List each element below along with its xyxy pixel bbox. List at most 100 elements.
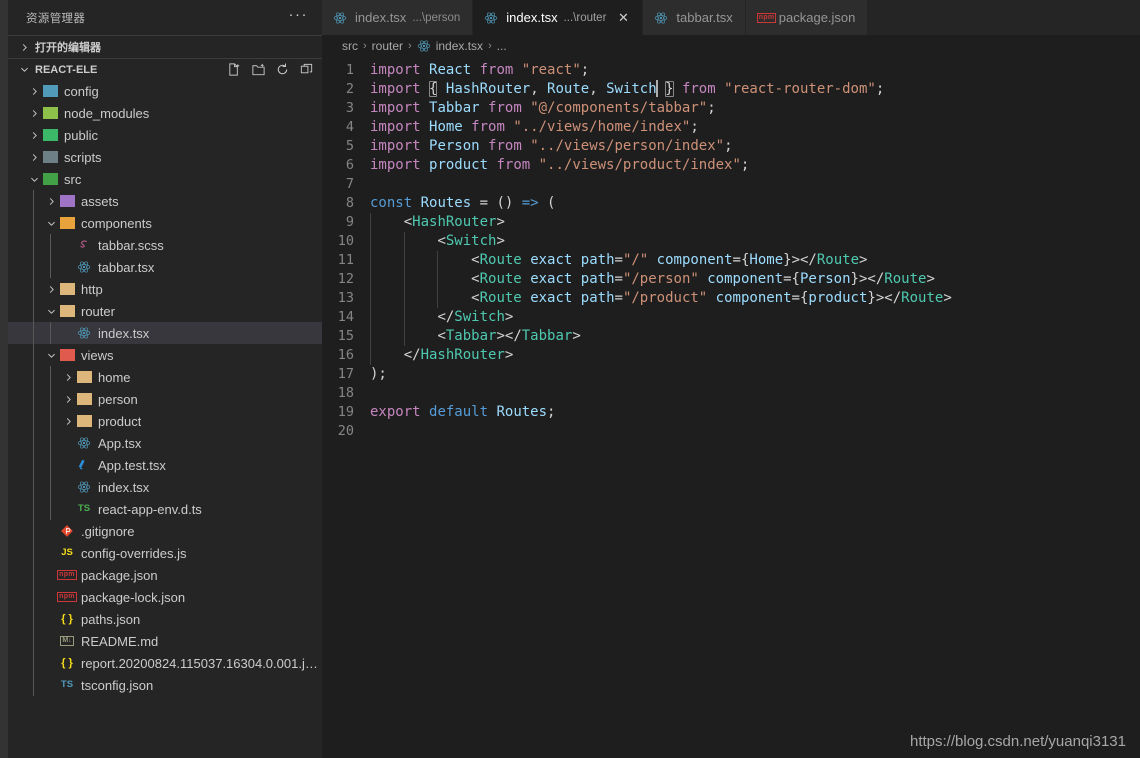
chevron-down-icon[interactable] [43, 350, 59, 361]
chevron-down-icon[interactable] [26, 174, 42, 185]
tree-item-tabbar-tsx[interactable]: tabbar.tsx [8, 256, 322, 278]
code-line[interactable]: 12 <Route exact path="/person" component… [322, 270, 1140, 289]
code-editor[interactable]: 1 import React from "react"; 2 import { Has… [322, 57, 1140, 758]
tree-item-components[interactable]: components [8, 212, 322, 234]
code-line[interactable]: 2 import { HashRouter, Route, Switch } fr… [322, 80, 1140, 99]
breadcrumb-item[interactable]: ... [497, 39, 507, 53]
code-line[interactable]: 4 import Home from "../views/home/index"; [322, 118, 1140, 137]
new-file-icon[interactable] [227, 62, 242, 77]
code-line[interactable]: 20 [322, 422, 1140, 441]
refresh-icon[interactable] [275, 62, 290, 77]
chevron-down-icon[interactable] [43, 218, 59, 229]
indent-guide [370, 232, 371, 251]
more-actions-icon[interactable]: ··· [289, 7, 309, 25]
code-line[interactable]: 1 import React from "react"; [322, 61, 1140, 80]
chevron-right-icon[interactable] [26, 86, 42, 97]
code-line[interactable]: 15 <Tabbar></Tabbar> [322, 327, 1140, 346]
tree-item-react-app-env-d-ts[interactable]: TS react-app-env.d.ts [8, 498, 322, 520]
npm-icon: npm [756, 12, 777, 23]
tree-item-router[interactable]: router [8, 300, 322, 322]
tree-item-public[interactable]: public [8, 124, 322, 146]
breadcrumb-item[interactable]: index.tsx [436, 39, 483, 53]
tree-item-config[interactable]: config [8, 80, 322, 102]
chevron-right-icon[interactable] [43, 284, 59, 295]
breadcrumb-item[interactable]: router [372, 39, 403, 53]
tree-item-paths-json[interactable]: { } paths.json [8, 608, 322, 630]
tree-item-assets[interactable]: assets [8, 190, 322, 212]
tree-item-package-lock-json[interactable]: npm package-lock.json [8, 586, 322, 608]
tree-item-http[interactable]: http [8, 278, 322, 300]
code-line[interactable]: 18 [322, 384, 1140, 403]
tree-item-node-modules[interactable]: node_modules [8, 102, 322, 124]
tree-item-home[interactable]: home [8, 366, 322, 388]
tab-file-path: ...\router [563, 11, 607, 24]
close-icon[interactable]: ✕ [616, 10, 630, 26]
chevron-right-icon[interactable] [26, 152, 42, 163]
indent-guide [370, 327, 371, 346]
code-line[interactable]: 3 import Tabbar from "@/components/tabbar… [322, 99, 1140, 118]
code-line[interactable]: 19 export default Routes; [322, 403, 1140, 422]
code-token: HashRouter [445, 81, 531, 97]
chevron-right-icon[interactable] [60, 416, 76, 427]
tree-item-index-tsx[interactable]: index.tsx [8, 476, 322, 498]
tree-item-report-20200824-115037-16304-0-001-json[interactable]: { } report.20200824.115037.16304.0.001.js… [8, 652, 322, 674]
tree-item-app-tsx[interactable]: App.tsx [8, 432, 322, 454]
code-line[interactable]: 9 <HashRouter> [322, 213, 1140, 232]
scss-icon [76, 237, 92, 253]
editor-tab[interactable]: index.tsx ...\router ✕ [473, 0, 644, 35]
code-line[interactable]: 16 </HashRouter> [322, 346, 1140, 365]
tree-item-src[interactable]: src [8, 168, 322, 190]
indent-guide [33, 630, 34, 652]
code-line[interactable]: 13 <Route exact path="/product" componen… [322, 289, 1140, 308]
code-line[interactable]: 7 [322, 175, 1140, 194]
workspace-root-section[interactable]: REACT-ELE [8, 58, 322, 80]
chevron-right-icon[interactable] [60, 372, 76, 383]
code-line[interactable]: 11 <Route exact path="/" component={Home… [322, 251, 1140, 270]
tree-item-gitignore[interactable]: .gitignore [8, 520, 322, 542]
new-folder-icon[interactable] [251, 62, 266, 77]
editor-tab[interactable]: npm package.json [745, 0, 869, 35]
tree-item-index-tsx[interactable]: index.tsx [8, 322, 322, 344]
tree-item-readme-md[interactable]: M↓ README.md [8, 630, 322, 652]
indent-guide [33, 300, 34, 322]
tree-item-package-json[interactable]: npm package.json [8, 564, 322, 586]
chevron-right-icon[interactable] [26, 108, 42, 119]
indent-guide [33, 432, 34, 454]
tree-item-config-overrides-js[interactable]: JS config-overrides.js [8, 542, 322, 564]
editor-tab[interactable]: index.tsx ...\person [322, 0, 474, 35]
code-line[interactable]: 10 <Switch> [322, 232, 1140, 251]
code-line[interactable]: 6 import product from "../views/product/i… [322, 156, 1140, 175]
tree-item-tabbar-scss[interactable]: tabbar.scss [8, 234, 322, 256]
tree-item-scripts[interactable]: scripts [8, 146, 322, 168]
breadcrumb-item[interactable]: src [342, 39, 358, 53]
code-line[interactable]: 5 import Person from "../views/person/ind… [322, 137, 1140, 156]
code-line[interactable]: 17); [322, 365, 1140, 384]
activity-bar[interactable] [0, 0, 8, 758]
chevron-right-icon[interactable] [26, 130, 42, 141]
tree-item-product[interactable]: product [8, 410, 322, 432]
tree-item-tsconfig-json[interactable]: TS tsconfig.json [8, 674, 322, 696]
chevron-right-icon[interactable] [43, 196, 59, 207]
tree-item-app-test-tsx[interactable]: App.test.tsx [8, 454, 322, 476]
collapse-all-icon[interactable] [299, 62, 314, 77]
code-line[interactable]: 8 const Routes = () => ( [322, 194, 1140, 213]
code-line[interactable]: 14 </Switch> [322, 308, 1140, 327]
code-token: < [403, 214, 413, 230]
chevron-down-icon[interactable] [43, 306, 59, 317]
code-token: "@/components/tabbar" [530, 100, 708, 116]
tree-item-label: report.20200824.115037.16304.0.001.json [81, 655, 322, 671]
breadcrumb[interactable]: src › router › index.tsx ›... [322, 35, 1140, 57]
editor-tab[interactable]: tabbar.tsx [643, 0, 746, 35]
code-token: => [521, 195, 539, 211]
tree-item-person[interactable]: person [8, 388, 322, 410]
open-editors-section[interactable]: 打开的编辑器 [8, 35, 322, 58]
indent-guide [33, 652, 34, 674]
code-token: Tabbar [429, 100, 480, 116]
tree-item-views[interactable]: views [8, 344, 322, 366]
tree-item-label: paths.json [81, 611, 141, 627]
chevron-right-icon[interactable] [60, 394, 76, 405]
